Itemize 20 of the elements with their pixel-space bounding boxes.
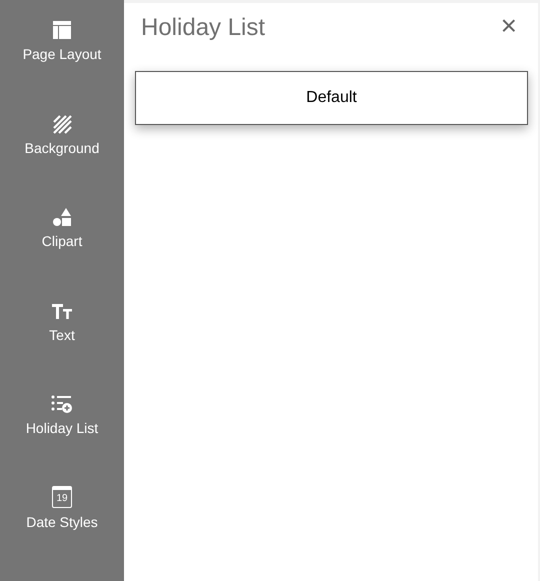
sidebar-item[interactable]: Holiday List <box>0 394 124 488</box>
sidebar-item[interactable]: Page Layout <box>0 20 124 114</box>
sidebar-label: Page Layout <box>22 46 102 62</box>
sidebar-label: Holiday List <box>26 420 98 436</box>
sidebar-item[interactable]: Background <box>0 114 124 207</box>
sidebar-item[interactable]: 19 Date Styles <box>0 488 124 581</box>
close-button[interactable]: × <box>490 12 527 44</box>
calendar-icon: 19 <box>52 486 72 508</box>
stripes-icon <box>52 114 72 134</box>
option-button[interactable]: Default <box>135 71 528 125</box>
sidebar-label: Date Styles <box>26 514 98 530</box>
shapes-icon <box>52 207 72 227</box>
sidebar-item[interactable]: Text <box>0 300 124 394</box>
sidebar-label: Clipart <box>42 233 82 249</box>
panel-title: Holiday List <box>141 14 266 42</box>
list-add-icon <box>51 394 73 414</box>
layout-icon <box>52 20 72 40</box>
sidebar-item[interactable]: Clipart <box>0 207 124 300</box>
sidebar-label: Text <box>49 326 75 342</box>
sidebar-label: Background <box>24 140 100 156</box>
